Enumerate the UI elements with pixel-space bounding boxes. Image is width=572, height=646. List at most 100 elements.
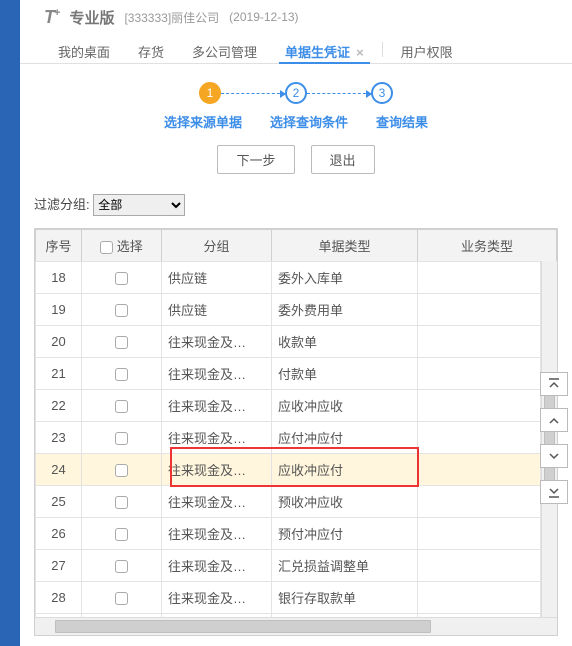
cell-group: 往来现金及… <box>162 390 272 422</box>
col-index[interactable]: 序号 <box>36 230 82 262</box>
table-row[interactable]: 18 供应链委外入库单 <box>36 262 541 294</box>
cell-biz <box>418 326 541 358</box>
cell-type: 委外费用单 <box>272 294 418 326</box>
cell-biz <box>418 422 541 454</box>
next-button[interactable]: 下一步 <box>217 145 294 174</box>
filter-select[interactable]: 全部 <box>93 194 185 216</box>
horizontal-scrollbar[interactable] <box>35 617 557 635</box>
tab-voucher[interactable]: 单据生凭证× <box>271 36 378 63</box>
cell-group: 往来现金及… <box>162 326 272 358</box>
edition-label: 专业版 <box>69 7 114 28</box>
cell-group: 供应链 <box>162 262 272 294</box>
table-row[interactable]: 23往来现金及…应付冲应付 <box>36 422 541 454</box>
cell-group: 往来现金及… <box>162 422 272 454</box>
cell-type: 预收冲应收 <box>272 486 418 518</box>
col-biz[interactable]: 业务类型 <box>418 230 557 262</box>
app-logo: T+ <box>44 7 59 28</box>
checkbox-icon[interactable] <box>115 464 128 477</box>
cell-select[interactable] <box>82 262 162 294</box>
grid-body[interactable]: 18供应链委外入库单19供应链委外费用单20往来现金及…收款单21往来现金及…付… <box>35 261 541 617</box>
checkbox-icon[interactable] <box>115 592 128 605</box>
scroll-top-button[interactable] <box>540 372 568 396</box>
table-row[interactable]: 28往来现金及…银行存取款单 <box>36 582 541 614</box>
cell-group: 往来现金及… <box>162 582 272 614</box>
checkbox-icon[interactable] <box>115 272 128 285</box>
table-row[interactable]: 19供应链委外费用单 <box>36 294 541 326</box>
checkbox-icon[interactable] <box>115 496 128 509</box>
scroll-down-button[interactable] <box>540 444 568 468</box>
cell-group: 往来现金及… <box>162 486 272 518</box>
tab-permissions[interactable]: 用户权限 <box>387 36 467 63</box>
cell-type: 收款单 <box>272 326 418 358</box>
scroll-bottom-button[interactable] <box>540 480 568 504</box>
cell-select[interactable] <box>82 454 162 486</box>
tab-inventory[interactable]: 存货 <box>124 36 178 63</box>
cell-index: 27 <box>36 550 82 582</box>
checkbox-icon[interactable] <box>115 336 128 349</box>
table-row[interactable]: 22往来现金及…应收冲应收 <box>36 390 541 422</box>
checkbox-icon[interactable] <box>115 432 128 445</box>
cell-group: 往来现金及… <box>162 518 272 550</box>
table-row[interactable]: 26往来现金及…预付冲应付 <box>36 518 541 550</box>
cell-index: 24 <box>36 454 82 486</box>
table-row[interactable]: 25往来现金及…预收冲应收 <box>36 486 541 518</box>
cell-biz <box>418 358 541 390</box>
scroll-floater-buttons <box>540 372 568 504</box>
cell-biz <box>418 390 541 422</box>
tab-desktop[interactable]: 我的桌面 <box>44 36 124 63</box>
cell-index: 21 <box>36 358 82 390</box>
col-select[interactable]: 选择 <box>82 230 162 262</box>
cell-select[interactable] <box>82 294 162 326</box>
checkbox-icon[interactable] <box>115 368 128 381</box>
checkbox-icon[interactable] <box>115 528 128 541</box>
table-row[interactable]: 21往来现金及…付款单 <box>36 358 541 390</box>
checkbox-icon[interactable] <box>115 400 128 413</box>
cell-select[interactable] <box>82 550 162 582</box>
cell-group: 往来现金及… <box>162 550 272 582</box>
cell-type: 委外入库单 <box>272 262 418 294</box>
grid: 序号 选择 分组 单据类型 业务类型 18供应链委外入库单19供应链委外费用单2… <box>34 228 558 636</box>
step-2: 2 <box>285 82 307 104</box>
tab-separator <box>382 42 383 57</box>
date-label: (2019-12-13) <box>229 10 298 24</box>
checkbox-icon[interactable] <box>100 241 113 254</box>
cell-select[interactable] <box>82 326 162 358</box>
cell-select[interactable] <box>82 486 162 518</box>
cell-index: 19 <box>36 294 82 326</box>
cell-biz <box>418 294 541 326</box>
cell-type: 银行存取款单 <box>272 582 418 614</box>
col-type[interactable]: 单据类型 <box>272 230 418 262</box>
cell-select[interactable] <box>82 582 162 614</box>
table-row[interactable]: 20往来现金及…收款单 <box>36 326 541 358</box>
cell-select[interactable] <box>82 422 162 454</box>
step-3: 3 <box>371 82 393 104</box>
filter-row: 过滤分组: 全部 <box>20 184 572 222</box>
table-row[interactable]: 27往来现金及…汇兑损益调整单 <box>36 550 541 582</box>
checkbox-icon[interactable] <box>115 560 128 573</box>
main-panel: T+ 专业版 [333333]丽佳公司 (2019-12-13) 我的桌面 存货… <box>20 0 572 646</box>
cell-select[interactable] <box>82 358 162 390</box>
cell-biz <box>418 454 541 486</box>
wizard: 1 2 3 选择来源单据 选择查询条件 查询结果 下一步 退出 <box>20 64 572 184</box>
step-label-3: 查询结果 <box>376 112 428 131</box>
cell-select[interactable] <box>82 518 162 550</box>
scroll-thumb[interactable] <box>55 620 431 633</box>
cell-type: 付款单 <box>272 358 418 390</box>
cell-index: 18 <box>36 262 82 294</box>
table-row[interactable]: 24往来现金及…应收冲应付 <box>36 454 541 486</box>
header: T+ 专业版 [333333]丽佳公司 (2019-12-13) <box>20 0 572 30</box>
tab-bar: 我的桌面 存货 多公司管理 单据生凭证× 用户权限 <box>20 30 572 64</box>
cell-select[interactable] <box>82 390 162 422</box>
col-group[interactable]: 分组 <box>162 230 272 262</box>
scroll-up-button[interactable] <box>540 408 568 432</box>
cell-type: 应收冲应付 <box>272 454 418 486</box>
checkbox-icon[interactable] <box>115 304 128 317</box>
cell-biz <box>418 262 541 294</box>
app-sidebar <box>0 0 20 646</box>
cell-type: 应收冲应收 <box>272 390 418 422</box>
tab-multicompany[interactable]: 多公司管理 <box>178 36 271 63</box>
cell-biz <box>418 486 541 518</box>
step-1: 1 <box>199 82 221 104</box>
exit-button[interactable]: 退出 <box>311 145 375 174</box>
close-icon[interactable]: × <box>356 45 364 60</box>
